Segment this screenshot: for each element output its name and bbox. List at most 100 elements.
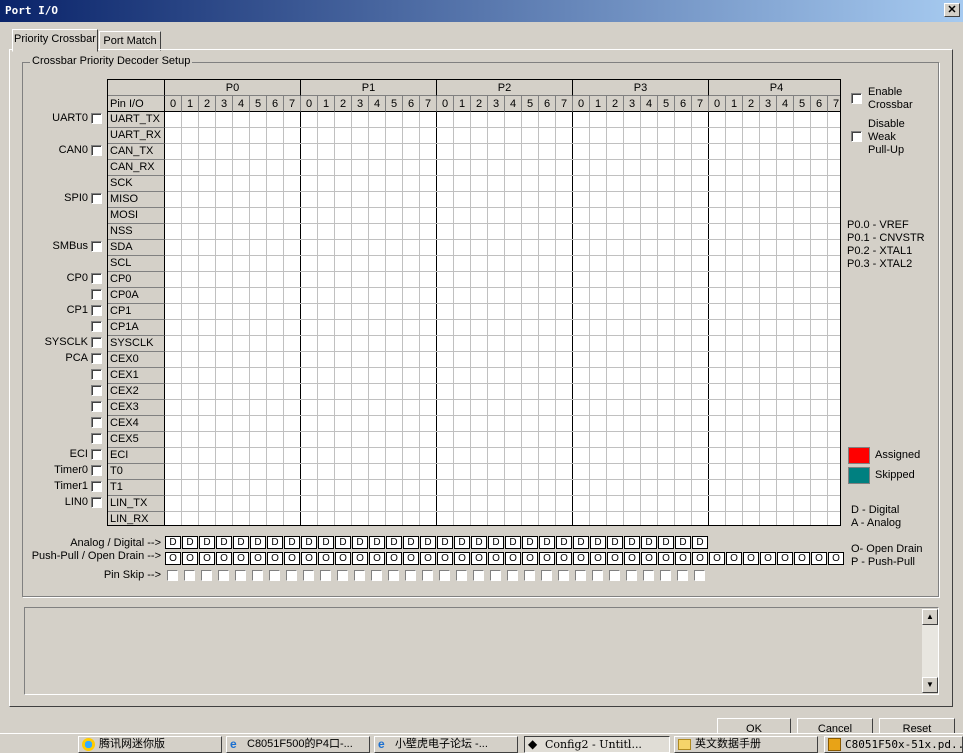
peripheral-checkbox[interactable] — [91, 273, 102, 284]
pin-skip-checkbox[interactable] — [473, 570, 484, 581]
pin-skip-checkbox[interactable] — [456, 570, 467, 581]
pushpull-toggle[interactable]: O — [284, 552, 300, 565]
pushpull-toggle[interactable]: O — [743, 552, 759, 565]
analog-digital-toggle[interactable]: D — [284, 536, 300, 549]
pushpull-toggle[interactable]: O — [233, 552, 249, 565]
pushpull-toggle[interactable]: O — [658, 552, 674, 565]
pin-skip-checkbox[interactable] — [354, 570, 365, 581]
scroll-up-icon[interactable]: ▲ — [922, 609, 938, 625]
pushpull-toggle[interactable]: O — [624, 552, 640, 565]
pin-skip-checkbox[interactable] — [303, 570, 314, 581]
analog-digital-toggle[interactable]: D — [420, 536, 436, 549]
analog-digital-toggle[interactable]: D — [539, 536, 555, 549]
pin-skip-checkbox[interactable] — [184, 570, 195, 581]
analog-digital-toggle[interactable]: D — [641, 536, 657, 549]
analog-digital-toggle[interactable]: D — [607, 536, 623, 549]
peripheral-checkbox[interactable] — [91, 113, 102, 124]
pushpull-toggle[interactable]: O — [250, 552, 266, 565]
peripheral-checkbox[interactable] — [91, 353, 102, 364]
analog-digital-toggle[interactable]: D — [216, 536, 232, 549]
pin-skip-checkbox[interactable] — [337, 570, 348, 581]
peripheral-checkbox[interactable] — [91, 337, 102, 348]
pin-skip-checkbox[interactable] — [677, 570, 688, 581]
pushpull-toggle[interactable]: O — [471, 552, 487, 565]
pin-skip-checkbox[interactable] — [286, 570, 297, 581]
task-folder[interactable]: 英文数据手册 — [674, 736, 818, 753]
pin-skip-checkbox[interactable] — [507, 570, 518, 581]
pushpull-toggle[interactable]: O — [573, 552, 589, 565]
pushpull-toggle[interactable]: O — [488, 552, 504, 565]
pushpull-toggle[interactable]: O — [454, 552, 470, 565]
pushpull-toggle[interactable]: O — [590, 552, 606, 565]
pushpull-toggle[interactable]: O — [539, 552, 555, 565]
analog-digital-toggle[interactable]: D — [590, 536, 606, 549]
pushpull-toggle[interactable]: O — [556, 552, 572, 565]
pushpull-toggle[interactable]: O — [301, 552, 317, 565]
pushpull-toggle[interactable]: O — [777, 552, 793, 565]
analog-digital-toggle[interactable]: D — [505, 536, 521, 549]
pushpull-toggle[interactable]: O — [420, 552, 436, 565]
tab-port-match[interactable]: Port Match — [99, 31, 161, 51]
analog-digital-toggle[interactable]: D — [556, 536, 572, 549]
pin-skip-checkbox[interactable] — [252, 570, 263, 581]
pushpull-toggle[interactable]: O — [403, 552, 419, 565]
pin-skip-checkbox[interactable] — [218, 570, 229, 581]
analog-digital-toggle[interactable]: D — [182, 536, 198, 549]
peripheral-checkbox[interactable] — [91, 417, 102, 428]
pushpull-toggle[interactable]: O — [607, 552, 623, 565]
analog-digital-toggle[interactable]: D — [165, 536, 181, 549]
pin-skip-checkbox[interactable] — [575, 570, 586, 581]
task-tencent[interactable]: 腾讯网迷你版 — [78, 736, 222, 753]
disable-pullup-checkbox[interactable] — [851, 131, 862, 142]
peripheral-checkbox[interactable] — [91, 193, 102, 204]
analog-digital-toggle[interactable]: D — [675, 536, 691, 549]
peripheral-checkbox[interactable] — [91, 449, 102, 460]
grid-cells[interactable] — [165, 112, 841, 526]
pin-skip-checkbox[interactable] — [626, 570, 637, 581]
pushpull-toggle[interactable]: O — [726, 552, 742, 565]
message-scrollbar[interactable]: ▲ ▼ — [922, 609, 938, 693]
pushpull-toggle[interactable]: O — [369, 552, 385, 565]
pushpull-toggle[interactable]: O — [522, 552, 538, 565]
pin-skip-checkbox[interactable] — [660, 570, 671, 581]
peripheral-checkbox[interactable] — [91, 289, 102, 300]
analog-digital-toggle[interactable]: D — [624, 536, 640, 549]
pushpull-toggle[interactable]: O — [216, 552, 232, 565]
pin-skip-checkbox[interactable] — [643, 570, 654, 581]
pushpull-toggle[interactable]: O — [709, 552, 725, 565]
analog-digital-toggle[interactable]: D — [488, 536, 504, 549]
pin-skip-checkbox[interactable] — [524, 570, 535, 581]
pushpull-toggle[interactable]: O — [505, 552, 521, 565]
pushpull-toggle[interactable]: O — [828, 552, 844, 565]
pushpull-toggle[interactable]: O — [335, 552, 351, 565]
scroll-down-icon[interactable]: ▼ — [922, 677, 938, 693]
analog-digital-toggle[interactable]: D — [199, 536, 215, 549]
pushpull-toggle[interactable]: O — [182, 552, 198, 565]
pin-skip-checkbox[interactable] — [201, 570, 212, 581]
analog-digital-toggle[interactable]: D — [403, 536, 419, 549]
analog-digital-toggle[interactable]: D — [318, 536, 334, 549]
analog-digital-toggle[interactable]: D — [335, 536, 351, 549]
analog-digital-toggle[interactable]: D — [267, 536, 283, 549]
pin-skip-checkbox[interactable] — [320, 570, 331, 581]
pushpull-toggle[interactable]: O — [692, 552, 708, 565]
peripheral-checkbox[interactable] — [91, 497, 102, 508]
pin-skip-checkbox[interactable] — [422, 570, 433, 581]
pin-skip-checkbox[interactable] — [388, 570, 399, 581]
pushpull-toggle[interactable]: O — [794, 552, 810, 565]
pushpull-toggle[interactable]: O — [352, 552, 368, 565]
pin-skip-checkbox[interactable] — [541, 570, 552, 581]
analog-digital-toggle[interactable]: D — [437, 536, 453, 549]
task-ie-1[interactable]: e C8051F500的P4口-... — [226, 736, 370, 753]
analog-digital-toggle[interactable]: D — [369, 536, 385, 549]
analog-digital-toggle[interactable]: D — [233, 536, 249, 549]
pushpull-toggle[interactable]: O — [760, 552, 776, 565]
peripheral-checkbox[interactable] — [91, 401, 102, 412]
pin-skip-checkbox[interactable] — [694, 570, 705, 581]
pin-skip-checkbox[interactable] — [558, 570, 569, 581]
pin-skip-checkbox[interactable] — [167, 570, 178, 581]
pushpull-toggle[interactable]: O — [165, 552, 181, 565]
pin-skip-checkbox[interactable] — [490, 570, 501, 581]
peripheral-checkbox[interactable] — [91, 433, 102, 444]
pushpull-toggle[interactable]: O — [318, 552, 334, 565]
